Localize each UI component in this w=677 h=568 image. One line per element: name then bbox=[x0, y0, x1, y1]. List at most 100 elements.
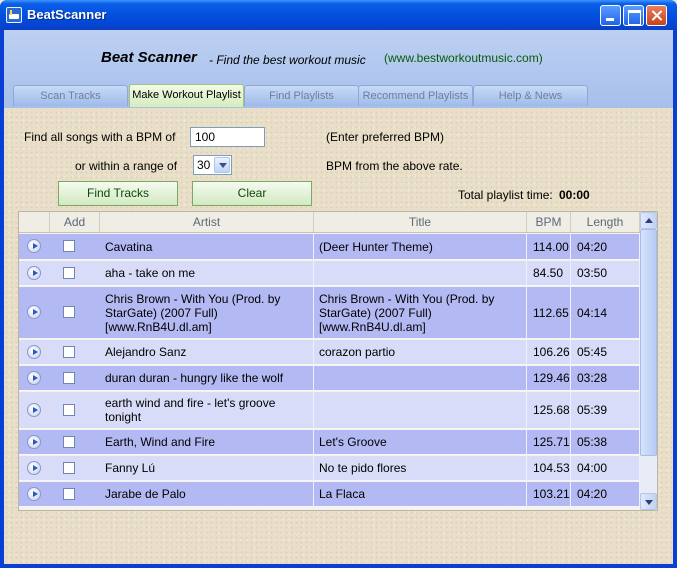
header-play bbox=[19, 212, 50, 232]
length-cell: 04:14 bbox=[571, 287, 640, 338]
header-bpm[interactable]: BPM bbox=[527, 212, 571, 232]
clear-button[interactable]: Clear bbox=[192, 181, 312, 206]
range-value: 30 bbox=[197, 158, 211, 172]
length-cell: 04:20 bbox=[571, 234, 640, 259]
range-hint: BPM from the above rate. bbox=[326, 159, 463, 173]
title-cell: (Deer Hunter Theme) bbox=[314, 234, 527, 259]
table-row[interactable]: Cavatina (Deer Hunter Theme) 114.00 04:2… bbox=[19, 234, 640, 260]
table-header: Add Artist Title BPM Length bbox=[19, 212, 640, 233]
play-icon[interactable] bbox=[27, 305, 41, 319]
length-cell: 04:20 bbox=[571, 482, 640, 506]
header-artist[interactable]: Artist bbox=[100, 212, 314, 232]
artist-cell: Cavatina bbox=[100, 234, 314, 259]
add-checkbox[interactable] bbox=[63, 462, 75, 474]
artist-cell: Alejandro Sanz bbox=[100, 340, 314, 364]
app-heading: Beat Scanner bbox=[101, 49, 197, 66]
table-row[interactable]: duran duran - hungry like the wolf 129.4… bbox=[19, 366, 640, 391]
app-tagline: - Find the best workout music bbox=[209, 53, 366, 67]
length-cell: 05:45 bbox=[571, 340, 640, 364]
length-cell: 05:38 bbox=[571, 430, 640, 454]
play-icon[interactable] bbox=[27, 403, 41, 417]
title-cell bbox=[314, 261, 527, 285]
add-checkbox[interactable] bbox=[63, 436, 75, 448]
add-checkbox[interactable] bbox=[63, 240, 75, 252]
table-row[interactable]: Fanny Lú No te pido flores 104.53 04:00 bbox=[19, 456, 640, 481]
total-playlist-time-label: Total playlist time: bbox=[458, 188, 553, 202]
play-icon[interactable] bbox=[27, 266, 41, 280]
add-checkbox[interactable] bbox=[63, 404, 75, 416]
bpm-cell: 84.50 bbox=[527, 261, 571, 285]
table-row[interactable]: Chris Brown - With You (Prod. by StarGat… bbox=[19, 287, 640, 339]
add-checkbox[interactable] bbox=[63, 372, 75, 384]
tracks-table[interactable]: Add Artist Title BPM Length Cavatina (De… bbox=[18, 211, 658, 511]
artist-cell: Earth, Wind and Fire bbox=[100, 430, 314, 454]
window-border-right bbox=[673, 30, 677, 568]
scroll-up-arrow-icon[interactable] bbox=[640, 212, 657, 229]
play-icon[interactable] bbox=[27, 435, 41, 449]
title-cell: Chris Brown - With You (Prod. by StarGat… bbox=[314, 287, 527, 338]
add-checkbox[interactable] bbox=[63, 488, 75, 500]
header-title[interactable]: Title bbox=[314, 212, 527, 232]
scroll-thumb[interactable] bbox=[640, 229, 657, 456]
tab-help-news[interactable]: Help & News bbox=[473, 85, 588, 106]
header-add[interactable]: Add bbox=[50, 212, 100, 232]
chevron-down-icon[interactable] bbox=[214, 157, 230, 173]
bpm-cell: 104.53 bbox=[527, 456, 571, 480]
bpm-label: Find all songs with a BPM of bbox=[24, 130, 176, 144]
artist-cell: duran duran - hungry like the wolf bbox=[100, 366, 314, 390]
bpm-cell: 125.71 bbox=[527, 430, 571, 454]
minimize-button[interactable] bbox=[600, 5, 621, 26]
table-row[interactable]: earth wind and fire - let's groove tonig… bbox=[19, 392, 640, 429]
bpm-cell: 103.21 bbox=[527, 482, 571, 506]
play-icon[interactable] bbox=[27, 371, 41, 385]
add-checkbox[interactable] bbox=[63, 267, 75, 279]
play-icon[interactable] bbox=[27, 487, 41, 501]
table-row[interactable]: Alejandro Sanz corazon partio 106.26 05:… bbox=[19, 340, 640, 365]
bpm-cell: 114.00 bbox=[527, 234, 571, 259]
bpm-input[interactable] bbox=[190, 127, 265, 147]
close-button[interactable] bbox=[646, 5, 667, 26]
artist-cell: Chris Brown - With You (Prod. by StarGat… bbox=[100, 287, 314, 338]
vertical-scrollbar[interactable] bbox=[640, 212, 657, 510]
table-row[interactable]: Earth, Wind and Fire Let's Groove 125.71… bbox=[19, 430, 640, 455]
title-cell: La Flaca bbox=[314, 482, 527, 506]
table-row[interactable]: aha - take on me 84.50 03:50 bbox=[19, 261, 640, 286]
add-checkbox[interactable] bbox=[63, 346, 75, 358]
title-cell: No te pido flores bbox=[314, 456, 527, 480]
length-cell: 03:50 bbox=[571, 261, 640, 285]
artist-cell: Fanny Lú bbox=[100, 456, 314, 480]
beatscanner-app-icon bbox=[6, 7, 22, 23]
artist-cell: Jarabe de Palo bbox=[100, 482, 314, 506]
table-row[interactable]: Jarabe de Palo La Flaca 103.21 04:20 bbox=[19, 482, 640, 507]
play-icon[interactable] bbox=[27, 345, 41, 359]
artist-cell: aha - take on me bbox=[100, 261, 314, 285]
total-playlist-time-value: 00:00 bbox=[559, 188, 590, 202]
play-icon[interactable] bbox=[27, 239, 41, 253]
length-cell: 05:39 bbox=[571, 392, 640, 428]
title-cell: Let's Groove bbox=[314, 430, 527, 454]
range-label: or within a range of bbox=[75, 159, 178, 173]
bpm-cell: 129.46 bbox=[527, 366, 571, 390]
bpm-cell: 112.65 bbox=[527, 287, 571, 338]
title-cell bbox=[314, 392, 527, 428]
tab-scan-tracks[interactable]: Scan Tracks bbox=[13, 85, 128, 106]
title-bar[interactable]: BeatScanner bbox=[0, 0, 677, 30]
website-link[interactable]: (www.bestworkoutmusic.com) bbox=[384, 51, 543, 65]
maximize-button[interactable] bbox=[623, 5, 644, 26]
window-border-left bbox=[0, 30, 4, 568]
artist-cell: earth wind and fire - let's groove tonig… bbox=[100, 392, 314, 428]
range-select[interactable]: 30 bbox=[193, 155, 232, 175]
add-checkbox[interactable] bbox=[63, 306, 75, 318]
tab-recommend-playlists[interactable]: Recommend Playlists bbox=[358, 85, 473, 106]
window-title: BeatScanner bbox=[27, 7, 107, 22]
tab-make-workout-playlist[interactable]: Make Workout Playlist bbox=[129, 84, 244, 107]
tab-find-playlists[interactable]: Find Playlists bbox=[244, 85, 359, 106]
play-icon[interactable] bbox=[27, 461, 41, 475]
find-tracks-button[interactable]: Find Tracks bbox=[58, 181, 178, 206]
length-cell: 04:00 bbox=[571, 456, 640, 480]
window-border-bottom bbox=[0, 564, 677, 568]
title-cell: corazon partio bbox=[314, 340, 527, 364]
scroll-down-arrow-icon[interactable] bbox=[640, 493, 657, 510]
header-length[interactable]: Length bbox=[571, 212, 640, 232]
bpm-cell: 106.26 bbox=[527, 340, 571, 364]
